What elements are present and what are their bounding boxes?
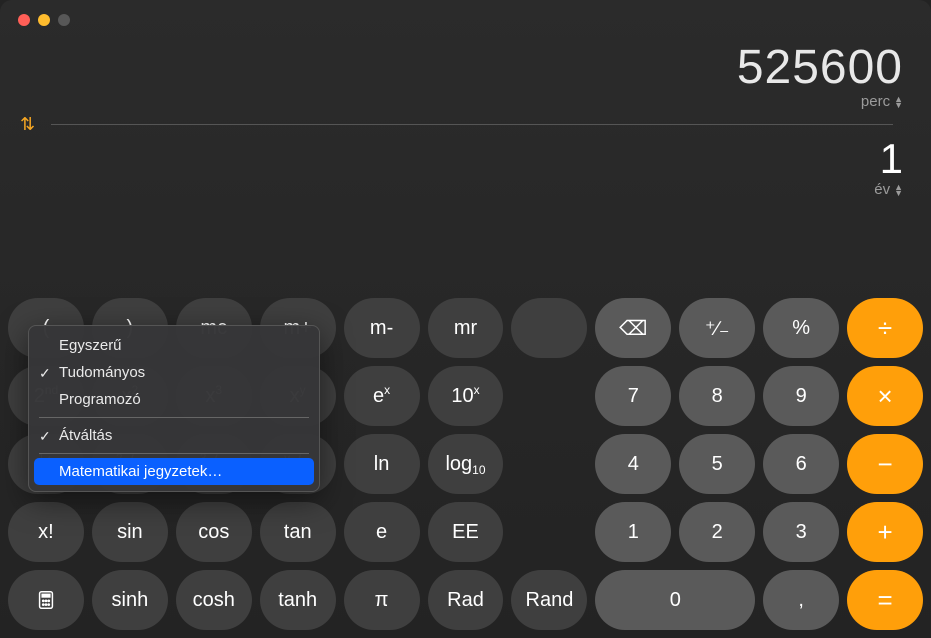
digit-6-button[interactable]: 6 [763, 434, 839, 494]
digit-0-button[interactable]: 0 [595, 570, 755, 630]
display-area: 525600 perc ▲▼ ⇅ 1 év ▲▼ [0, 40, 931, 198]
log10-button[interactable]: log10 [428, 434, 504, 494]
percent-button[interactable]: % [763, 298, 839, 358]
digit-3-button[interactable]: 3 [763, 502, 839, 562]
titlebar [0, 0, 931, 40]
plus-button[interactable]: + [847, 502, 923, 562]
menu-item-label: Programozó [59, 391, 141, 408]
mminus-button[interactable]: m- [344, 298, 420, 358]
check-icon: ✓ [39, 365, 51, 382]
cos-button[interactable]: cos [176, 502, 252, 562]
digit-5-button[interactable]: 5 [679, 434, 755, 494]
swap-units-icon[interactable]: ⇅ [20, 114, 35, 135]
calculator-window: 525600 perc ▲▼ ⇅ 1 év ▲▼ ( ) mc m+ m- mr [0, 0, 931, 638]
menu-separator [39, 453, 309, 454]
menu-item-basic[interactable]: Egyszerű [29, 332, 319, 359]
minimize-icon[interactable] [38, 14, 50, 26]
rand-button[interactable]: Rand [511, 570, 587, 630]
converted-value: 525600 [737, 40, 903, 95]
mode-menu-button[interactable] [8, 570, 84, 630]
chevron-updown-icon: ▲▼ [894, 96, 903, 108]
menu-separator [39, 417, 309, 418]
tanh-button[interactable]: tanh [260, 570, 336, 630]
spacer [511, 298, 587, 358]
digit-7-button[interactable]: 7 [595, 366, 671, 426]
factorial-button[interactable]: x! [8, 502, 84, 562]
menu-item-label: Átváltás [59, 427, 112, 444]
mode-menu: Egyszerű ✓ Tudományos Programozó ✓ Átvál… [28, 325, 320, 492]
chevron-updown-icon: ▲▼ [894, 184, 903, 196]
top-unit-select[interactable]: perc ▲▼ [861, 93, 903, 110]
pi-button[interactable]: π [344, 570, 420, 630]
tan-button[interactable]: tan [260, 502, 336, 562]
check-icon: ✓ [39, 428, 51, 445]
rad-button[interactable]: Rad [428, 570, 504, 630]
calculator-icon [35, 589, 57, 611]
menu-item-label: Tudományos [59, 364, 145, 381]
menu-item-convert[interactable]: ✓ Átváltás [29, 422, 319, 449]
digit-9-button[interactable]: 9 [763, 366, 839, 426]
e-pow-x-button[interactable]: ex [344, 366, 420, 426]
decimal-button[interactable]: , [763, 570, 839, 630]
e-button[interactable]: e [344, 502, 420, 562]
ten-pow-x-button[interactable]: 10x [428, 366, 504, 426]
cosh-button[interactable]: cosh [176, 570, 252, 630]
ee-button[interactable]: EE [428, 502, 504, 562]
digit-1-button[interactable]: 1 [595, 502, 671, 562]
backspace-button[interactable]: ⌫ [595, 298, 671, 358]
menu-item-label: Egyszerű [59, 337, 122, 354]
multiply-button[interactable]: × [847, 366, 923, 426]
menu-item-programmer[interactable]: Programozó [29, 386, 319, 413]
digit-8-button[interactable]: 8 [679, 366, 755, 426]
close-icon[interactable] [18, 14, 30, 26]
backspace-icon: ⌫ [619, 316, 647, 341]
zoom-icon [58, 14, 70, 26]
plusminus-icon: ⁺∕₋ [705, 316, 729, 341]
menu-item-label: Matematikai jegyzetek… [59, 463, 222, 480]
menu-item-math-notes[interactable]: Matematikai jegyzetek… [34, 458, 314, 485]
plusminus-button[interactable]: ⁺∕₋ [679, 298, 755, 358]
ln-button[interactable]: ln [344, 434, 420, 494]
digit-4-button[interactable]: 4 [595, 434, 671, 494]
bottom-unit-select[interactable]: év ▲▼ [874, 181, 903, 198]
minus-button[interactable]: − [847, 434, 923, 494]
divide-button[interactable]: ÷ [847, 298, 923, 358]
menu-item-scientific[interactable]: ✓ Tudományos [29, 359, 319, 386]
sinh-button[interactable]: sinh [92, 570, 168, 630]
top-unit-label: perc [861, 93, 890, 110]
mr-button[interactable]: mr [428, 298, 504, 358]
digit-2-button[interactable]: 2 [679, 502, 755, 562]
bottom-unit-label: év [874, 181, 890, 198]
equals-button[interactable]: = [847, 570, 923, 630]
input-value: 1 [880, 135, 903, 183]
sin-button[interactable]: sin [92, 502, 168, 562]
